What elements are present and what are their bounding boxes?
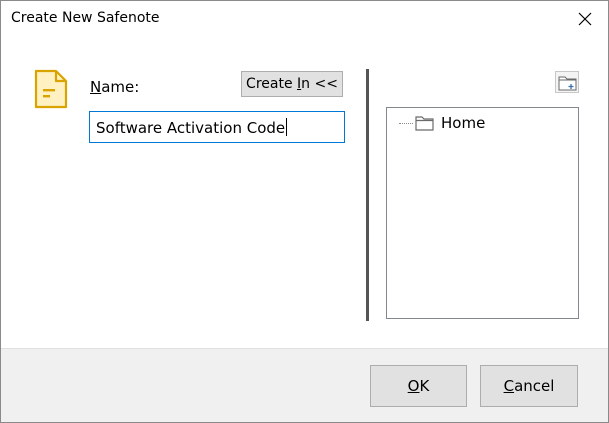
name-label-mnemonic: N	[90, 78, 102, 96]
dialog-title: Create New Safenote	[11, 10, 160, 26]
folder-tree[interactable]: Home	[386, 107, 579, 319]
new-folder-button[interactable]	[555, 71, 579, 93]
safenote-document-icon	[33, 69, 69, 109]
dialog-footer: OK Cancel	[1, 348, 608, 422]
tree-item-label: Home	[441, 114, 486, 132]
ok-label: K	[419, 377, 430, 395]
name-label: Name:	[90, 78, 139, 96]
create-safenote-dialog: Create New Safenote Name: Create In << S…	[0, 0, 609, 423]
title-bar: Create New Safenote	[1, 1, 608, 37]
cancel-mnemonic: C	[503, 377, 515, 395]
close-icon	[578, 12, 592, 26]
create-in-prefix: Create	[246, 76, 298, 92]
new-folder-icon	[558, 76, 577, 91]
create-in-suffix: n <<	[301, 76, 338, 92]
close-button[interactable]	[562, 1, 608, 37]
cancel-button[interactable]: Cancel	[480, 365, 578, 407]
tree-item-home[interactable]: Home	[399, 112, 485, 134]
ok-button[interactable]: OK	[370, 365, 467, 407]
name-input-value: Software Activation Code	[96, 119, 286, 137]
create-in-toggle-button[interactable]: Create In <<	[241, 71, 343, 97]
text-caret	[286, 118, 288, 136]
panel-splitter[interactable]	[366, 69, 369, 321]
name-input[interactable]: Software Activation Code	[89, 111, 345, 143]
name-label-text: ame:	[101, 78, 140, 96]
cancel-label: ancel	[514, 377, 555, 395]
ok-mnemonic: O	[407, 377, 420, 395]
folder-icon	[415, 115, 435, 131]
tree-connector	[399, 122, 413, 124]
